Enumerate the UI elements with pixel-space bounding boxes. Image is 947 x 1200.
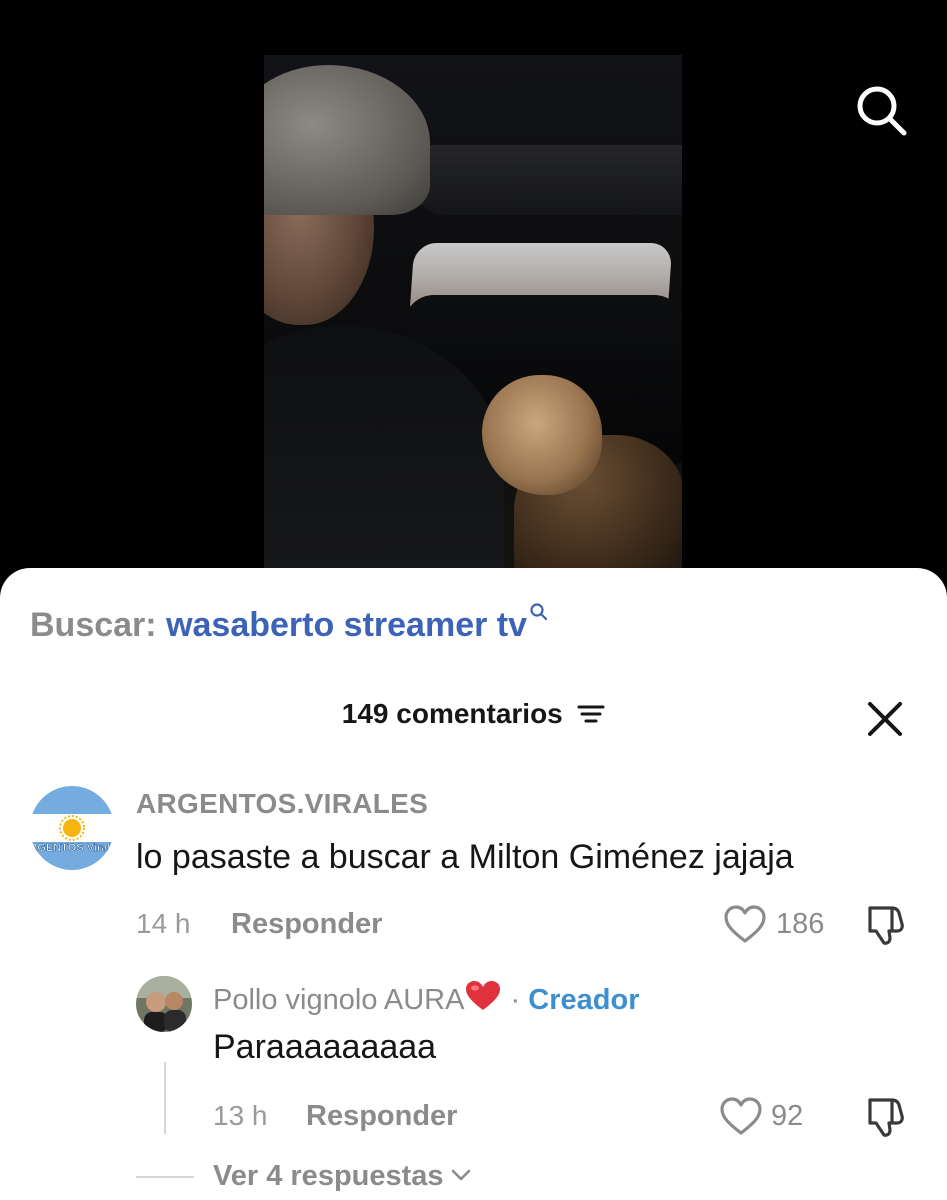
creator-badge: Creador [528,984,640,1016]
reply-button[interactable]: Responder [231,908,382,941]
comment-timestamp: 14 h [136,908,191,939]
sort-icon[interactable] [577,702,605,726]
comment-count: 149 comentarios [341,698,563,729]
like-count: 186 [776,908,825,940]
close-icon [868,702,902,736]
close-button[interactable] [866,700,904,738]
heart-emoji-icon [466,981,501,1010]
search-button[interactable] [853,82,909,138]
comments-sheet: Buscar: wasaberto streamer tv 149 coment… [0,568,947,1200]
search-icon [530,603,548,621]
heart-icon [720,1097,762,1135]
comments-header: 149 comentarios [0,698,947,742]
reply-username[interactable]: Pollo vignolo AURA [213,984,464,1016]
like-button[interactable] [718,1094,764,1140]
avatar-logo-text: ARGENTOS Virales [30,842,114,854]
heart-icon [724,905,766,943]
car-interior [414,145,682,215]
reply-text: Paraaaaaaaaa [213,1028,437,1066]
reply-username-line: Pollo vignolo AURA · Creador [213,979,639,1017]
dislike-button[interactable] [862,902,908,948]
video-frame[interactable] [264,55,682,575]
comment-username[interactable]: ARGENTOS.VIRALES [136,788,428,820]
search-suggestion[interactable]: Buscar: wasaberto streamer tv [30,603,549,645]
like-button[interactable] [722,902,768,948]
avatar-photo [136,976,192,1032]
dislike-button[interactable] [862,1094,908,1140]
view-replies-label: Ver 4 respuestas [213,1160,444,1192]
search-suggestion-prefix: Buscar: [30,606,157,644]
thread-line [164,1062,166,1134]
search-suggestion-query[interactable]: wasaberto streamer tv [166,606,527,644]
video-player[interactable] [0,0,947,600]
like-count: 92 [771,1100,804,1132]
divider [136,1176,194,1178]
chevron-down-icon [451,1169,470,1181]
person-cap [264,65,430,215]
reply-button[interactable]: Responder [306,1100,457,1133]
view-replies-button[interactable]: Ver 4 respuestas [213,1160,472,1193]
avatar[interactable] [136,976,192,1032]
dislike-icon [868,1098,904,1137]
separator-dot: · [510,984,521,1016]
dog-head [482,375,602,495]
avatar[interactable]: ARGENTOS Virales [30,786,114,870]
reply-timestamp: 13 h [213,1100,268,1131]
comment-text: lo pasaste a buscar a Milton Giménez jaj… [136,838,794,876]
dislike-icon [868,906,904,945]
argentina-flag-avatar: ARGENTOS Virales [30,786,114,870]
search-icon [857,86,907,136]
